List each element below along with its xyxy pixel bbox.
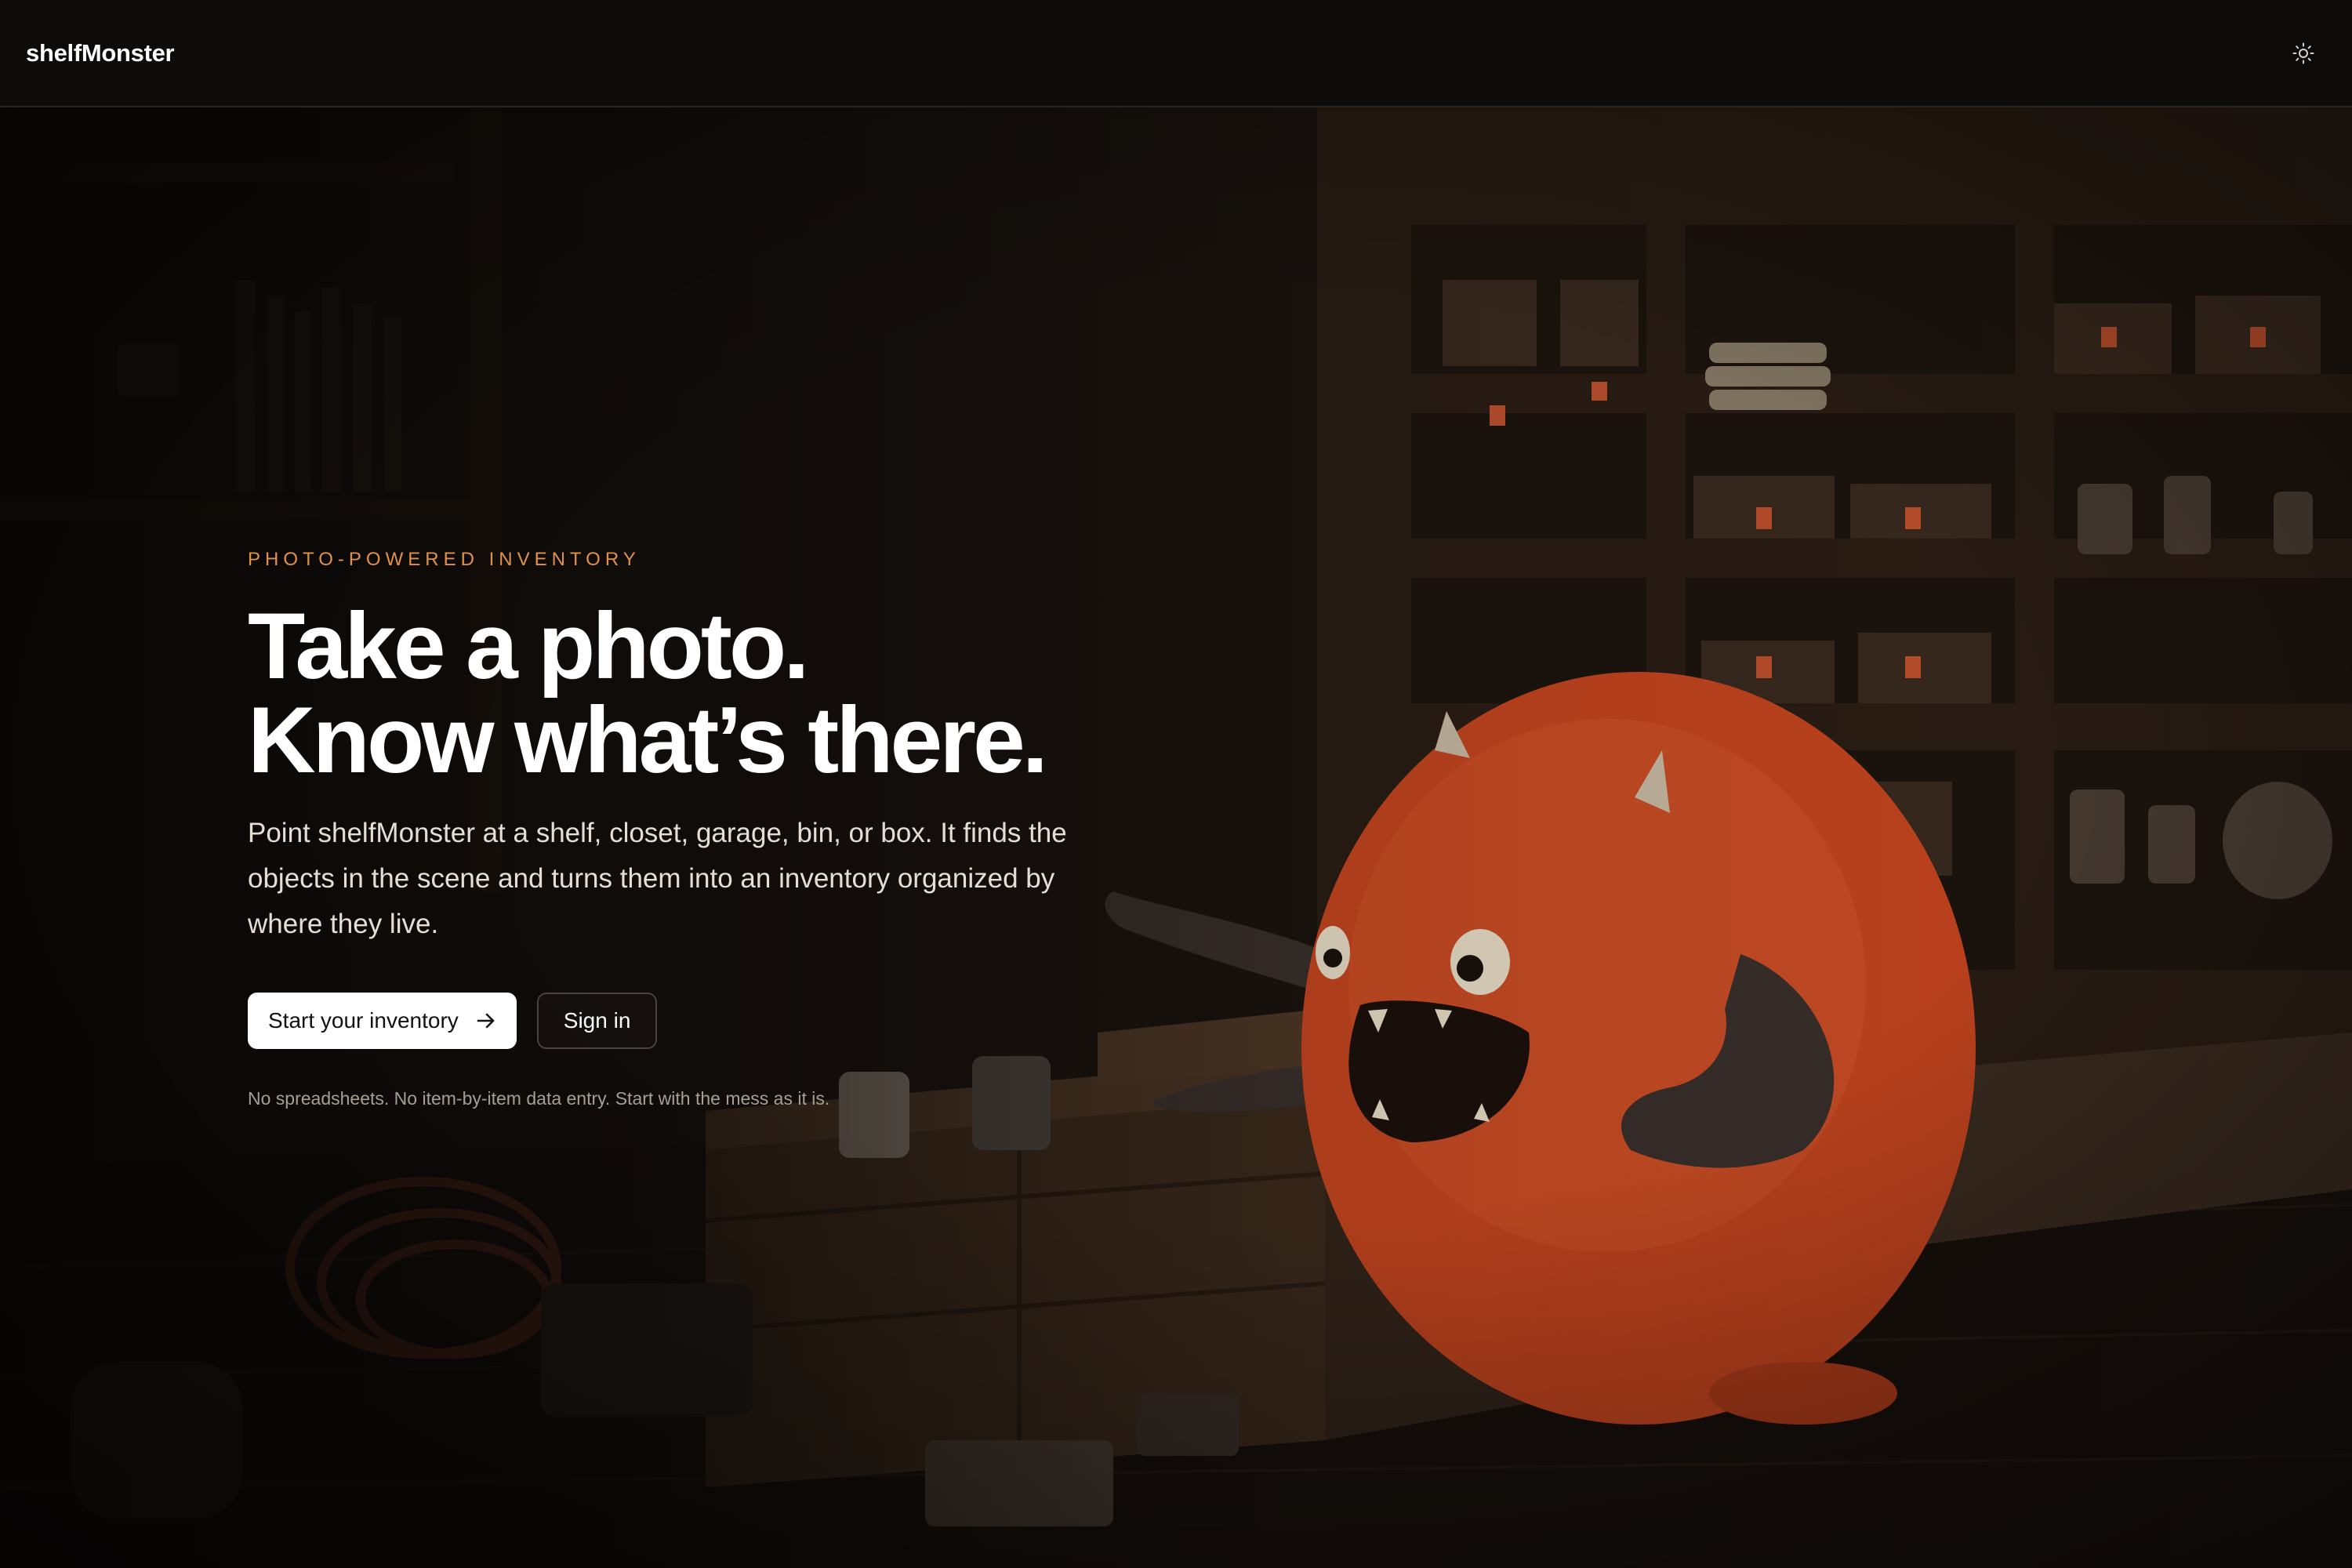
arrow-right-icon: [477, 1013, 495, 1029]
brand-logo[interactable]: shelfMonster: [26, 39, 175, 67]
hero-headline: Take a photo. Know what’s there.: [248, 599, 1110, 787]
hero-eyebrow: PHOTO-POWERED INVENTORY: [248, 549, 641, 570]
headline-line-1: Take a photo.: [248, 593, 810, 699]
start-inventory-button[interactable]: Start your inventory: [248, 993, 517, 1049]
sun-icon: [2292, 42, 2314, 64]
theme-toggle-button[interactable]: [2281, 31, 2326, 76]
sign-in-button[interactable]: Sign in: [536, 993, 658, 1049]
hero-content: PHOTO-POWERED INVENTORY Take a photo. Kn…: [248, 549, 1110, 1109]
headline-line-2: Know what’s there.: [248, 688, 1048, 793]
hero-description: Point shelfMonster at a shelf, closet, g…: [248, 818, 1067, 939]
top-nav-bar: shelfMonster: [0, 0, 2352, 107]
cta-row: Start your inventory Sign in: [248, 993, 1110, 1049]
start-inventory-label: Start your inventory: [268, 1008, 459, 1033]
hero-footnote: No spreadsheets. No item-by-item data en…: [248, 1088, 830, 1109]
